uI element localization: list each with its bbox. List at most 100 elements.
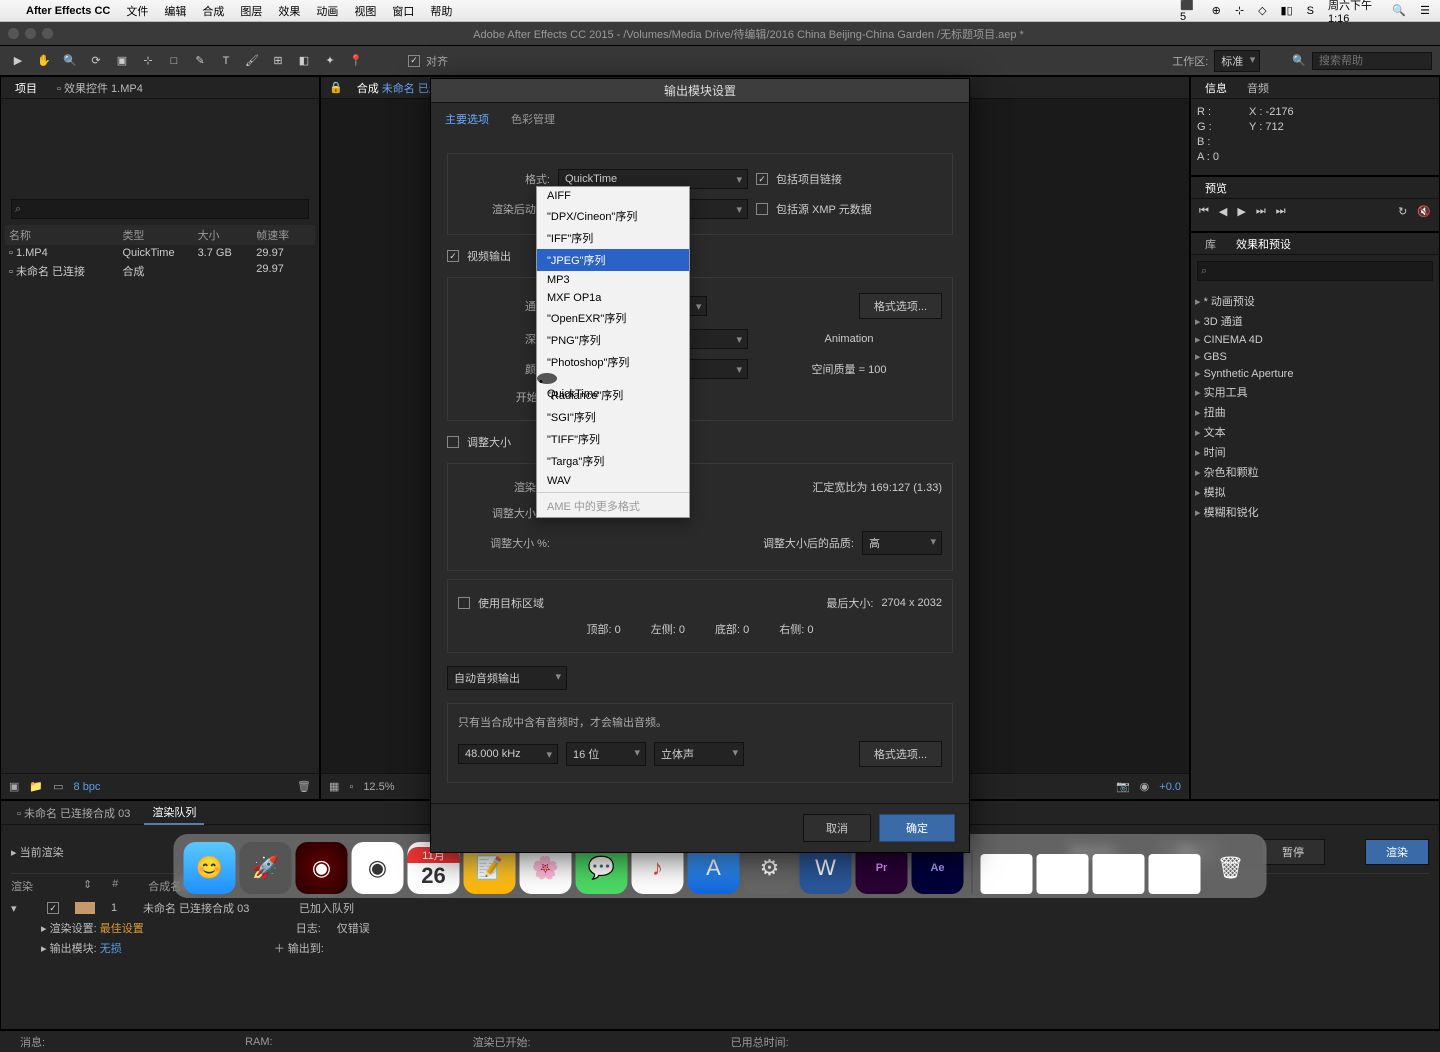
menu-view[interactable]: 视图 <box>354 3 376 19</box>
exposure-icon[interactable]: ◉ <box>1140 780 1150 793</box>
format-option[interactable]: "DPX/Cineon"序列 <box>537 205 689 227</box>
close-window-icon[interactable] <box>8 28 19 39</box>
folder-icon[interactable]: 📁 <box>29 780 43 793</box>
rotate-tool-icon[interactable]: ⟳ <box>86 51 106 71</box>
zoom-dropdown[interactable]: 12.5% <box>363 781 394 793</box>
dock-finder-icon[interactable]: 😊 <box>184 842 236 894</box>
format-option[interactable]: AIFF <box>537 187 689 205</box>
search-help-input[interactable] <box>1312 52 1432 70</box>
zoom-tool-icon[interactable]: 🔍 <box>60 51 80 71</box>
effects-category[interactable]: 扭曲 <box>1195 402 1435 422</box>
format-option[interactable]: "PNG"序列 <box>537 329 689 351</box>
menu-help[interactable]: 帮助 <box>430 3 452 19</box>
tab-comp-timeline[interactable]: ▫ 未命名 已连接合成 03 <box>9 802 138 824</box>
render-button[interactable]: 渲染 <box>1365 839 1429 865</box>
brush-tool-icon[interactable]: 🖌 <box>242 51 262 71</box>
spotlight-icon[interactable]: 🔍 <box>1392 4 1406 17</box>
mute-icon[interactable]: 🔇 <box>1417 205 1431 218</box>
trash-icon[interactable]: 🗑 <box>297 780 311 793</box>
format-option[interactable]: "JPEG"序列 <box>537 249 689 271</box>
zoom-window-icon[interactable] <box>42 28 53 39</box>
menu-window[interactable]: 窗口 <box>392 3 414 19</box>
next-frame-icon[interactable]: ⏭ <box>1256 205 1266 218</box>
menu-animation[interactable]: 动画 <box>316 3 338 19</box>
eraser-tool-icon[interactable]: ◧ <box>294 51 314 71</box>
battery-icon[interactable]: ▮▯ <box>1281 4 1293 17</box>
effects-category[interactable]: 3D 通道 <box>1195 311 1435 331</box>
format-option[interactable]: "Radiance"序列 <box>537 384 689 406</box>
format-option[interactable]: "Photoshop"序列 <box>537 351 689 373</box>
shape-tool-icon[interactable]: □ <box>164 51 184 71</box>
first-frame-icon[interactable]: ⏮ <box>1199 205 1209 218</box>
format-option[interactable]: QuickTime <box>537 373 557 384</box>
effects-category[interactable]: * 动画预设 <box>1195 291 1435 311</box>
dock-chrome-icon[interactable]: ◉ <box>352 842 404 894</box>
resize-checkbox[interactable] <box>447 436 459 448</box>
resize-quality-dropdown[interactable]: 高 <box>862 531 942 555</box>
type-tool-icon[interactable]: T <box>216 51 236 71</box>
menu-icon[interactable]: ☰ <box>1420 4 1430 17</box>
pan-behind-tool-icon[interactable]: ⊹ <box>138 51 158 71</box>
menu-composition[interactable]: 合成 <box>202 3 224 19</box>
menu-edit[interactable]: 编辑 <box>164 3 186 19</box>
queue-checkbox[interactable] <box>47 902 59 914</box>
ok-button[interactable]: 确定 <box>879 814 955 842</box>
format-option[interactable]: WAV <box>537 472 689 490</box>
effects-search-input[interactable] <box>1197 261 1433 281</box>
cancel-button[interactable]: 取消 <box>803 814 871 842</box>
adobe-icon[interactable]: ⬛ 5 <box>1180 0 1198 23</box>
tab-info[interactable]: 信息 <box>1199 78 1233 98</box>
format-option[interactable]: MP3 <box>537 271 689 289</box>
video-output-checkbox[interactable] <box>447 250 459 262</box>
crop-checkbox[interactable] <box>458 597 470 609</box>
new-comp-icon[interactable]: ▭ <box>53 780 63 793</box>
dock-minimized-window[interactable] <box>1093 854 1145 894</box>
effects-category[interactable]: 杂色和颗粒 <box>1195 462 1435 482</box>
tab-render-queue[interactable]: 渲染队列 <box>144 801 204 825</box>
puppet-tool-icon[interactable]: 📍 <box>346 51 366 71</box>
video-format-options-button[interactable]: 格式选项... <box>859 293 942 319</box>
audio-stereo-dropdown[interactable]: 立体声 <box>654 742 744 766</box>
dock-minimized-window[interactable] <box>981 854 1033 894</box>
tab-project[interactable]: 项目 <box>9 78 43 98</box>
exposure-value[interactable]: +0.0 <box>1159 781 1181 793</box>
status-icon-2[interactable]: ⊹ <box>1235 4 1244 17</box>
format-option[interactable]: "SGI"序列 <box>537 406 689 428</box>
dock-minimized-window[interactable] <box>1037 854 1089 894</box>
bpc-toggle[interactable]: 8 bpc <box>74 781 101 793</box>
effects-category[interactable]: 模拟 <box>1195 482 1435 502</box>
loop-icon[interactable]: ↻ <box>1398 205 1407 218</box>
project-row[interactable]: ▫ 1.MP4QuickTime3.7 GB29.97 <box>5 245 315 261</box>
clone-tool-icon[interactable]: ⊞ <box>268 51 288 71</box>
camera-tool-icon[interactable]: ▣ <box>112 51 132 71</box>
format-option[interactable]: "IFF"序列 <box>537 227 689 249</box>
clock[interactable]: 周六下午1:16 <box>1328 0 1378 25</box>
menu-file[interactable]: 文件 <box>126 3 148 19</box>
pen-tool-icon[interactable]: ✎ <box>190 51 210 71</box>
tab-library[interactable]: 库 <box>1199 234 1222 254</box>
include-xmp-checkbox[interactable] <box>756 203 768 215</box>
effects-category[interactable]: 模糊和锐化 <box>1195 502 1435 522</box>
app-name[interactable]: After Effects CC <box>26 5 110 17</box>
tab-color-management[interactable]: 色彩管理 <box>507 109 559 129</box>
pause-button[interactable]: 暂停 <box>1261 839 1325 865</box>
effects-category[interactable]: 实用工具 <box>1195 382 1435 402</box>
tab-main-options[interactable]: 主要选项 <box>441 109 493 129</box>
roto-tool-icon[interactable]: ✦ <box>320 51 340 71</box>
audio-bits-dropdown[interactable]: 16 位 <box>566 742 646 766</box>
format-option[interactable]: "TIFF"序列 <box>537 428 689 450</box>
selection-tool-icon[interactable]: ▶ <box>8 51 28 71</box>
status-icon-1[interactable]: ⊕ <box>1212 4 1221 17</box>
dock-app-icon[interactable]: ◉ <box>296 842 348 894</box>
audio-hz-dropdown[interactable]: 48.000 kHz <box>458 744 558 764</box>
last-frame-icon[interactable]: ⏭ <box>1276 205 1286 218</box>
include-link-checkbox[interactable] <box>756 173 768 185</box>
format-option[interactable]: "OpenEXR"序列 <box>537 307 689 329</box>
effects-category[interactable]: CINEMA 4D <box>1195 331 1435 348</box>
play-icon[interactable]: ▶ <box>1237 205 1245 218</box>
lock-icon[interactable]: 🔒 <box>329 81 343 94</box>
tab-effect-controls[interactable]: ▫ 效果控件 1.MP4 <box>51 78 149 98</box>
menu-effect[interactable]: 效果 <box>278 3 300 19</box>
tab-preview[interactable]: 预览 <box>1199 178 1233 198</box>
effects-category[interactable]: GBS <box>1195 348 1435 365</box>
